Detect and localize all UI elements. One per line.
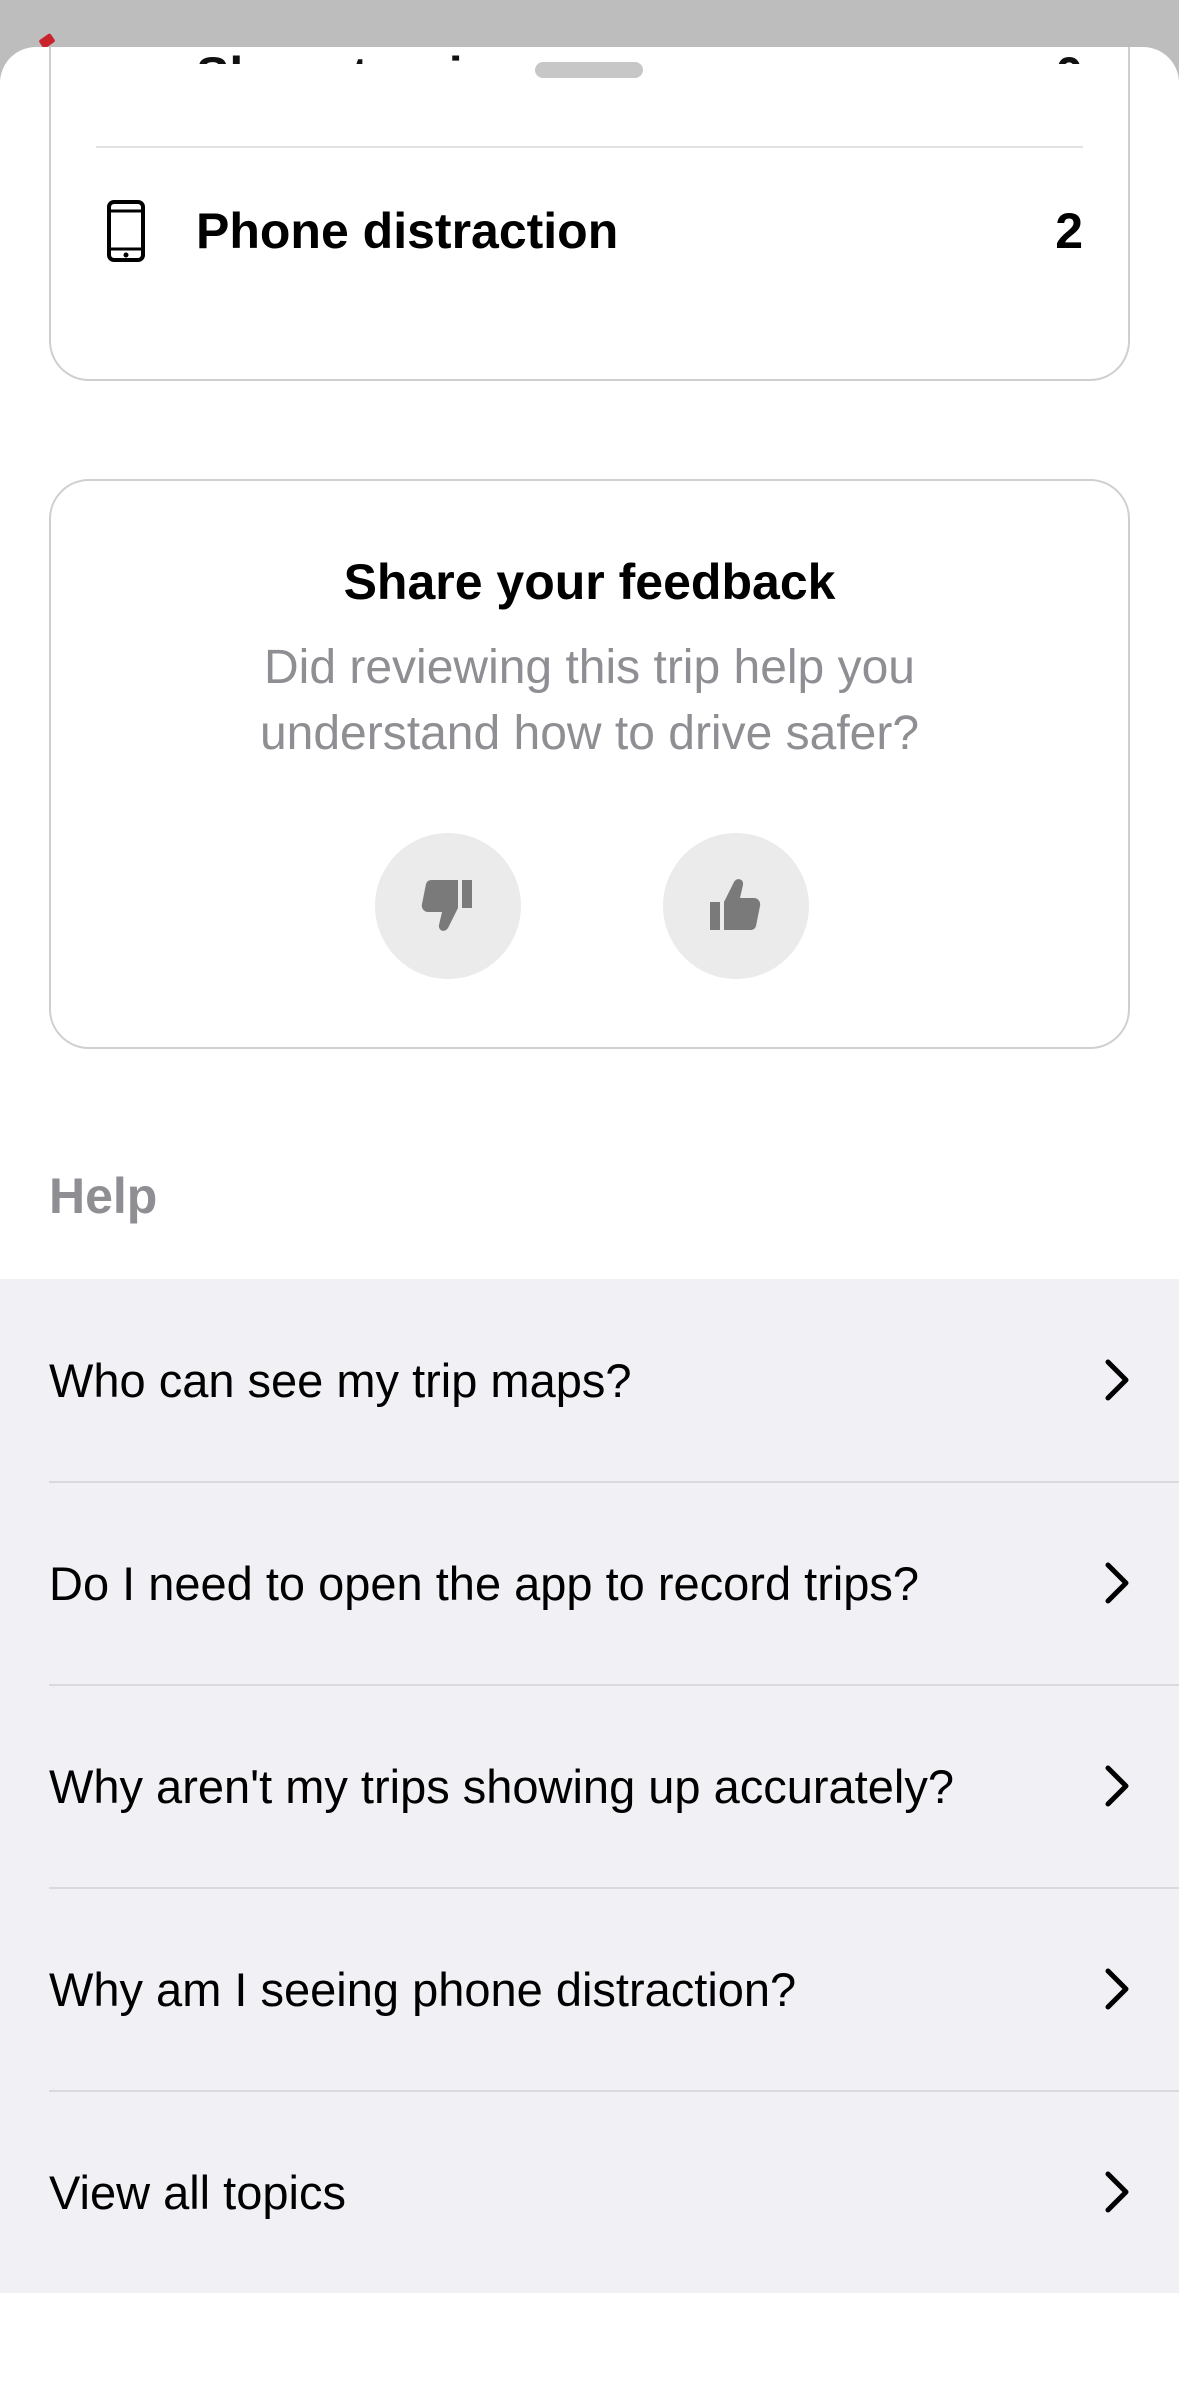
chevron-right-icon [1090, 1967, 1130, 2011]
help-item-label: Do I need to open the app to record trip… [49, 1556, 920, 1610]
sheet-grabber-handle[interactable] [535, 62, 643, 78]
feedback-subtitle: Did reviewing this trip help you underst… [259, 641, 920, 760]
phone-icon [96, 199, 156, 263]
steering-icon [96, 47, 156, 64]
bottom-sheet[interactable]: Sharp turning 0 Phone distraction 2 Shar… [0, 47, 1179, 2396]
event-count: 0 [1055, 47, 1083, 64]
help-item-label: View all topics [49, 2165, 346, 2219]
help-item-trips-accuracy[interactable]: Why aren't my trips showing up accuratel… [49, 1685, 1130, 1887]
help-item-open-app[interactable]: Do I need to open the app to record trip… [49, 1482, 1130, 1684]
help-item-trip-maps[interactable]: Who can see my trip maps? [49, 1279, 1130, 1481]
thumbs-up-button[interactable] [663, 833, 809, 979]
help-topics-list: Who can see my trip maps? Do I need to o… [0, 1279, 1179, 2293]
event-count: 2 [1055, 203, 1083, 259]
chevron-right-icon [1090, 1561, 1130, 1605]
feedback-card: Share your feedback Did reviewing this t… [49, 479, 1130, 1049]
help-item-label: Who can see my trip maps? [49, 1353, 632, 1407]
feedback-title: Share your feedback [343, 554, 836, 610]
help-item-label: Why am I seeing phone distraction? [49, 1962, 797, 2016]
chevron-right-icon [1090, 1358, 1130, 1402]
chevron-right-icon [1090, 2170, 1130, 2214]
thumbs-up-icon [704, 872, 768, 941]
thumbs-down-icon [416, 872, 480, 941]
help-item-label: Why aren't my trips showing up accuratel… [49, 1759, 954, 1813]
help-item-phone-distraction[interactable]: Why am I seeing phone distraction? [49, 1888, 1130, 2090]
divider [96, 146, 1083, 148]
thumbs-down-button[interactable] [375, 833, 521, 979]
event-label: Phone distraction [196, 203, 619, 259]
help-section-title: Help [49, 1168, 158, 1224]
chevron-right-icon [1090, 1764, 1130, 1808]
help-item-view-all-topics[interactable]: View all topics [49, 2091, 1130, 2293]
event-row-phone-distraction[interactable]: Phone distraction 2 [96, 161, 1083, 301]
driving-events-card: Sharp turning 0 Phone distraction 2 [49, 47, 1130, 381]
